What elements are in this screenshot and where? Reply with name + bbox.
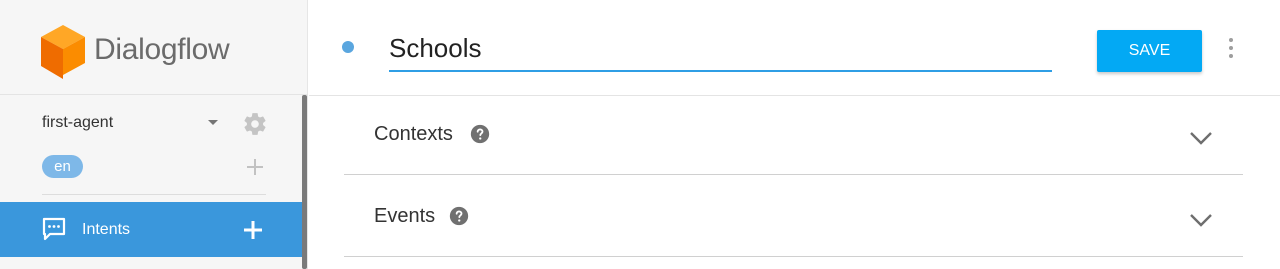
help-circle-icon[interactable] — [449, 206, 469, 226]
section-title: Events — [374, 205, 436, 227]
chevron-down-icon[interactable] — [1188, 130, 1214, 146]
help-circle-icon[interactable] — [470, 124, 490, 144]
dialogflow-cube-icon — [41, 25, 85, 79]
sidebar-item-label: Intents — [82, 221, 131, 238]
sidebar-divider — [42, 194, 266, 195]
gear-icon[interactable] — [242, 111, 268, 137]
section-title: Contexts — [374, 123, 453, 145]
logo-area: Dialogflow — [0, 0, 308, 95]
chat-bubble-icon — [42, 217, 66, 241]
intent-name-input[interactable] — [389, 26, 1052, 72]
app-window: Dialogflow first-agent en Intents School… — [0, 0, 1280, 269]
more-vert-icon[interactable] — [1226, 37, 1236, 59]
language-chip[interactable]: en — [42, 155, 83, 178]
sidebar-item-intents[interactable]: Intents — [0, 202, 302, 257]
brand-name[interactable]: Dialogflow — [94, 33, 230, 67]
status-dot — [342, 41, 354, 53]
sidebar-scrollbar[interactable] — [302, 95, 307, 269]
plus-icon[interactable] — [246, 158, 264, 176]
contexts-section[interactable]: Contexts — [344, 96, 1243, 175]
agent-selector[interactable]: first-agent — [42, 112, 272, 136]
plus-icon[interactable] — [244, 221, 262, 239]
intent-header: SAVE — [309, 0, 1280, 96]
chevron-down-icon[interactable] — [1188, 212, 1214, 228]
agent-name[interactable]: first-agent — [42, 114, 113, 132]
save-button[interactable]: SAVE — [1097, 30, 1202, 72]
sidebar: Dialogflow first-agent en Intents — [0, 0, 308, 269]
caret-down-icon[interactable] — [208, 120, 218, 125]
events-section[interactable]: Events — [344, 176, 1243, 257]
